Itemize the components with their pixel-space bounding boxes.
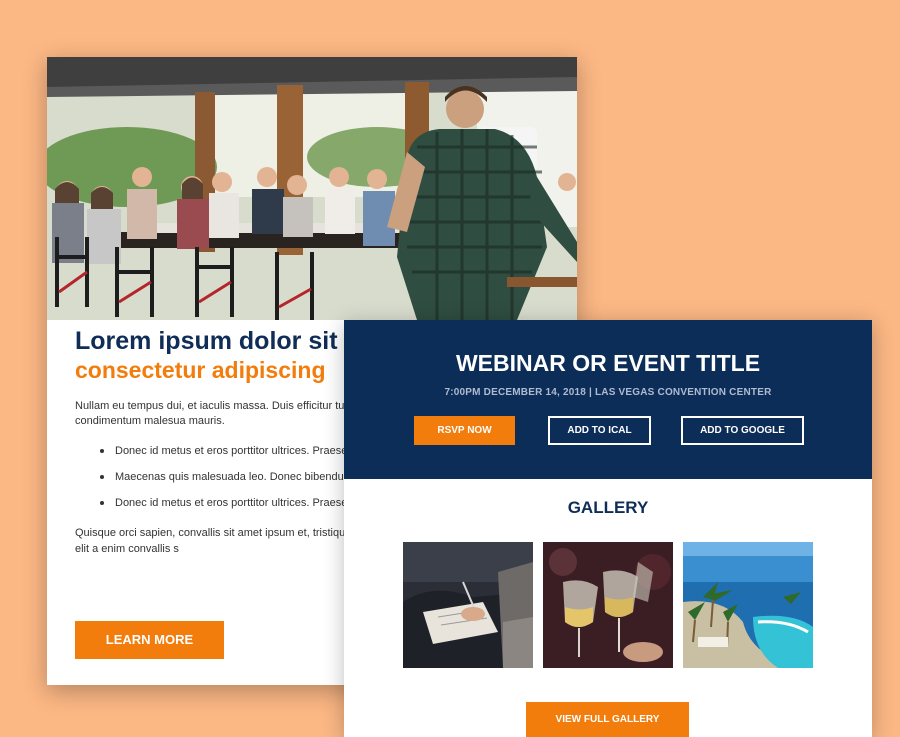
event-meta: 7:00PM DECEMBER 14, 2018 | LAS VEGAS CON… [444, 387, 772, 398]
event-card: WEBINAR OR EVENT TITLE 7:00PM DECEMBER 1… [344, 320, 872, 737]
rsvp-button[interactable]: RSVP NOW [414, 416, 515, 445]
learn-more-button[interactable]: LEARN MORE [75, 621, 224, 659]
hero-image [47, 57, 577, 320]
event-header: WEBINAR OR EVENT TITLE 7:00PM DECEMBER 1… [344, 320, 872, 479]
add-to-google-button[interactable]: ADD TO GOOGLE [681, 416, 804, 445]
gallery-image-notes[interactable] [403, 542, 533, 668]
gallery-image-wine[interactable] [543, 542, 673, 668]
event-title: WEBINAR OR EVENT TITLE [455, 350, 761, 376]
gallery-image-resort[interactable] [683, 542, 813, 668]
add-to-ical-button[interactable]: ADD TO ICAL [548, 416, 651, 445]
bullet-icon [100, 475, 104, 479]
bullet-icon [100, 449, 104, 453]
view-full-gallery-button[interactable]: VIEW FULL GALLERY [526, 702, 689, 737]
gallery-title: GALLERY [567, 498, 649, 517]
bullet-icon [100, 501, 104, 505]
